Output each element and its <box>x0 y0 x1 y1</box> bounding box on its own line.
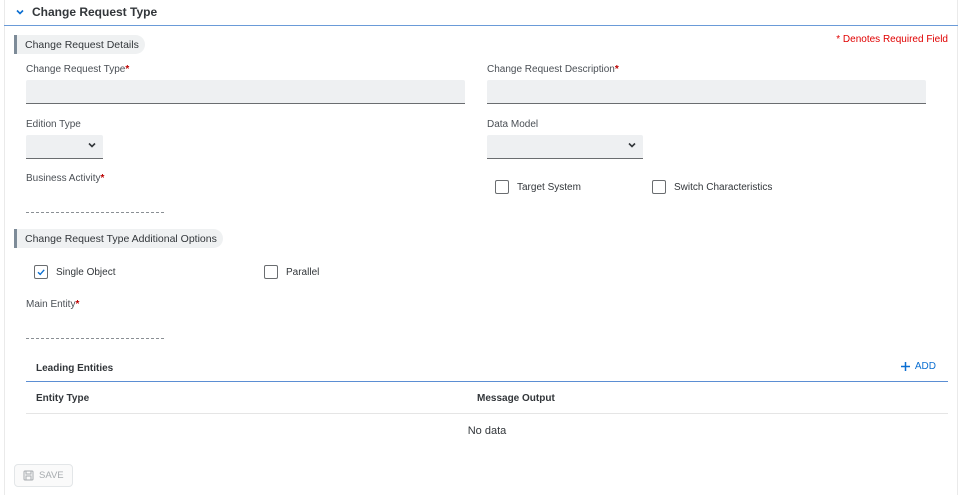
main-entity-label: Main Entity* <box>26 299 79 310</box>
target-system-checkbox-row[interactable]: Target System <box>495 180 581 194</box>
required-marker: * <box>614 64 619 75</box>
section-title-additional-options: Change Request Type Additional Options <box>14 229 223 248</box>
switch-characteristics-label: Switch Characteristics <box>674 181 773 193</box>
single-object-checkbox[interactable] <box>34 265 48 279</box>
save-icon <box>23 470 34 481</box>
main-entity-value-field[interactable] <box>26 338 164 339</box>
leading-entities-toolbar: Leading Entities ADD <box>26 358 948 382</box>
parallel-checkbox-row[interactable]: Parallel <box>264 265 319 279</box>
data-model-select[interactable] <box>487 135 643 159</box>
edition-type-select[interactable] <box>26 135 103 159</box>
required-marker: * <box>125 64 130 75</box>
chevron-down-icon[interactable] <box>14 6 26 18</box>
add-button[interactable]: ADD <box>900 361 936 372</box>
leading-entities-title: Leading Entities <box>36 363 114 374</box>
switch-characteristics-checkbox-row[interactable]: Switch Characteristics <box>652 180 772 194</box>
business-activity-label: Business Activity* <box>26 173 104 184</box>
required-marker: * <box>75 299 80 310</box>
business-activity-value-field[interactable] <box>26 212 164 213</box>
checkmark-icon <box>37 269 45 276</box>
chevron-down-icon <box>627 140 637 153</box>
parallel-checkbox[interactable] <box>264 265 278 279</box>
switch-characteristics-checkbox[interactable] <box>652 180 666 194</box>
cr-type-input[interactable] <box>26 80 465 104</box>
table-empty-text: No data <box>467 425 507 437</box>
save-button[interactable]: SAVE <box>14 464 73 487</box>
business-activity-label-text: Business Activity <box>26 173 101 184</box>
header-divider <box>4 25 958 26</box>
required-marker: * <box>100 173 105 184</box>
plus-icon <box>900 362 910 371</box>
single-object-checkbox-row[interactable]: Single Object <box>34 265 115 279</box>
single-object-label: Single Object <box>56 266 116 278</box>
column-entity-type: Entity Type <box>36 393 90 404</box>
data-model-label: Data Model <box>487 119 539 130</box>
chevron-down-icon <box>87 140 97 153</box>
panel-header[interactable]: Change Request Type <box>14 4 157 20</box>
save-button-label: SAVE <box>39 470 64 481</box>
table-column-header: Entity Type Message Output <box>26 388 948 414</box>
page-title: Change Request Type <box>32 5 158 19</box>
column-message-output: Message Output <box>477 393 555 404</box>
cr-type-label: Change Request Type* <box>26 64 129 75</box>
cr-description-label: Change Request Description* <box>487 64 619 75</box>
add-button-label: ADD <box>914 361 936 372</box>
cr-type-label-text: Change Request Type <box>26 64 126 75</box>
edition-type-label: Edition Type <box>26 119 81 130</box>
target-system-checkbox[interactable] <box>495 180 509 194</box>
section-title-details: Change Request Details <box>14 35 145 54</box>
target-system-label: Target System <box>517 181 581 193</box>
required-field-note: * Denotes Required Field <box>836 34 948 45</box>
cr-description-input[interactable] <box>487 80 926 104</box>
cr-description-label-text: Change Request Description <box>487 64 615 75</box>
main-entity-label-text: Main Entity <box>26 299 76 310</box>
parallel-label: Parallel <box>286 266 320 278</box>
